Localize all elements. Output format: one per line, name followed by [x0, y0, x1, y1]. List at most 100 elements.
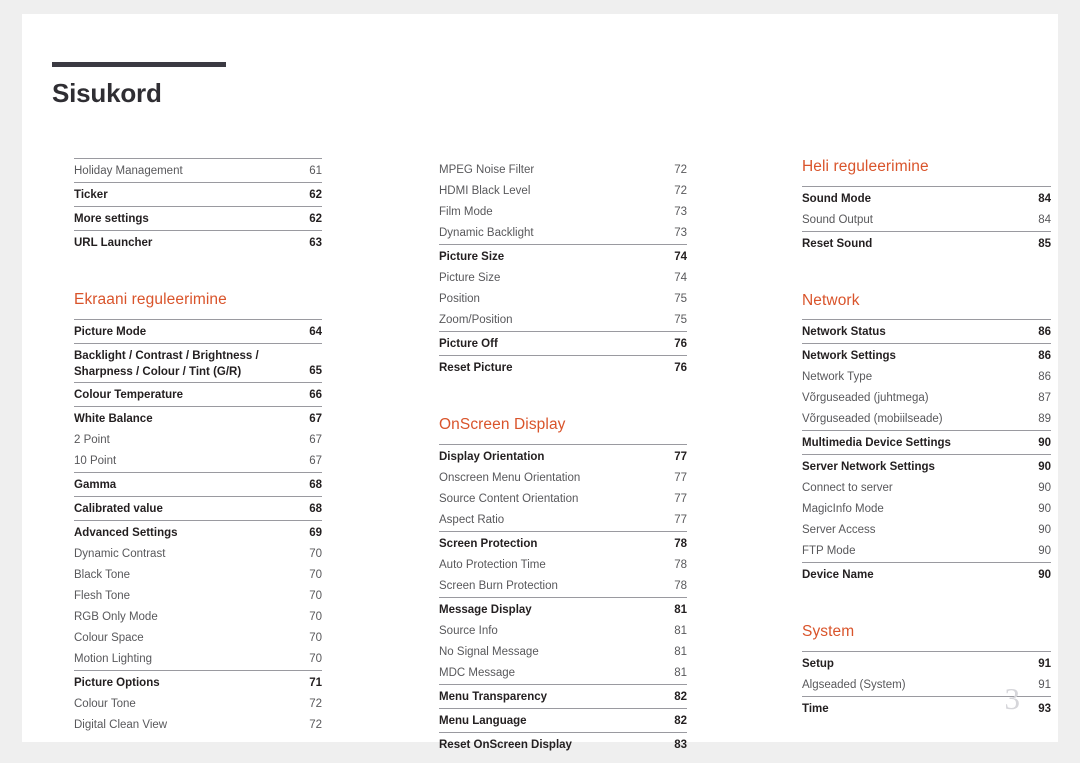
- toc-entry-page: 77: [674, 471, 687, 484]
- toc-entry[interactable]: 2 Point 67: [74, 430, 322, 451]
- toc-entry[interactable]: No Signal Message 81: [439, 642, 687, 663]
- toc-entry[interactable]: Holiday Management 61: [74, 161, 322, 182]
- toc-entry[interactable]: Screen Protection 78: [439, 534, 687, 555]
- toc-entry-label: Network Status: [802, 326, 886, 339]
- toc-entry-page: 90: [1038, 524, 1051, 537]
- toc-entry[interactable]: MagicInfo Mode 90: [802, 499, 1051, 520]
- toc-entry[interactable]: MDC Message 81: [439, 663, 687, 684]
- toc-entry[interactable]: HDMI Black Level 72: [439, 181, 687, 202]
- toc-entry[interactable]: Device Name 90: [802, 565, 1051, 586]
- toc-entry[interactable]: Aspect Ratio 77: [439, 510, 687, 531]
- toc-entry-page: 82: [674, 714, 687, 727]
- toc-group: Display Orientation 77 Onscreen Menu Orien…: [439, 443, 687, 531]
- toc-entry[interactable]: Network Settings 86: [802, 346, 1051, 367]
- toc-entry-label: Network Settings: [802, 350, 896, 363]
- toc-entry-label: Source Info: [439, 624, 498, 637]
- toc-entry-label: Algseaded (System): [802, 678, 906, 691]
- toc-entry[interactable]: Film Mode 73: [439, 202, 687, 223]
- toc-entry[interactable]: Network Status 86: [802, 322, 1051, 343]
- toc-entry-label: Picture Size: [439, 272, 501, 284]
- toc-entry[interactable]: Ticker 62: [74, 185, 322, 206]
- toc-entry[interactable]: Onscreen Menu Orientation 77: [439, 468, 687, 489]
- toc-entry[interactable]: Server Network Settings 90: [802, 457, 1051, 478]
- toc-entry[interactable]: 10 Point 67: [74, 451, 322, 472]
- toc-entry[interactable]: Motion Lighting 70: [74, 649, 322, 670]
- toc-entry-label: Dynamic Contrast: [74, 547, 166, 560]
- page-content-area: Sisukord Holiday Management 61 Ticker 62 Mor…: [52, 62, 1051, 751]
- toc-entry-page: 68: [309, 502, 322, 515]
- toc-entry[interactable]: Screen Burn Protection 78: [439, 576, 687, 597]
- toc-entry-label: White Balance: [74, 412, 153, 425]
- toc-entry[interactable]: Picture Mode 64: [74, 322, 322, 343]
- toc-entry-label: Device Name: [802, 569, 874, 582]
- toc-group: Picture Off 76: [439, 331, 687, 355]
- toc-entry[interactable]: Auto Protection Time 78: [439, 555, 687, 576]
- toc-entry[interactable]: More settings 62: [74, 209, 322, 230]
- toc-entry[interactable]: URL Launcher 63: [74, 233, 322, 254]
- toc-group: Sound Mode 84 Sound Output 84: [802, 185, 1051, 231]
- toc-entry[interactable]: FTP Mode 90: [802, 541, 1051, 562]
- toc-entry[interactable]: Reset Sound 85: [802, 234, 1051, 255]
- toc-entry[interactable]: RGB Only Mode 70: [74, 607, 322, 628]
- toc-entry[interactable]: Backlight / Contrast / Brightness / Shar…: [74, 346, 322, 382]
- toc-entry[interactable]: Reset Picture 76: [439, 358, 687, 379]
- toc-entry[interactable]: Source Content Orientation 77: [439, 489, 687, 510]
- toc-entry[interactable]: Gamma 68: [74, 475, 322, 496]
- toc-entry[interactable]: Message Display 81: [439, 600, 687, 621]
- toc-entry[interactable]: Connect to server 90: [802, 478, 1051, 499]
- toc-group: More settings 62: [74, 206, 322, 230]
- toc-entry[interactable]: Flesh Tone 70: [74, 586, 322, 607]
- toc-entry[interactable]: Black Tone 70: [74, 565, 322, 586]
- toc-entry-page: 76: [674, 338, 687, 350]
- toc-entry[interactable]: Sound Output 84: [802, 210, 1051, 231]
- toc-entry[interactable]: Network Type 86: [802, 367, 1051, 388]
- toc-entry[interactable]: Menu Transparency 82: [439, 687, 687, 708]
- page-number: 3: [1004, 681, 1021, 716]
- toc-entry[interactable]: Sound Mode 84: [802, 189, 1051, 210]
- toc-group: Network Settings 86 Network Type 86 Võrgusea…: [802, 343, 1051, 430]
- toc-entry[interactable]: Võrguseaded (juhtmega) 87: [802, 388, 1051, 409]
- toc-entry[interactable]: Position 75: [439, 289, 687, 310]
- toc-column-1: Holiday Management 61 Ticker 62 More setting…: [74, 158, 322, 736]
- toc-entry[interactable]: Digital Clean View 72: [74, 715, 322, 736]
- toc-entry[interactable]: Multimedia Device Settings 90: [802, 433, 1051, 454]
- toc-entry[interactable]: Picture Size 74: [439, 268, 687, 289]
- toc-entry-page: 77: [674, 513, 687, 526]
- toc-entry-label: Ticker: [74, 189, 108, 201]
- toc-entry-page: 86: [1038, 326, 1051, 339]
- toc-entry[interactable]: Dynamic Contrast 70: [74, 544, 322, 565]
- toc-entry[interactable]: Colour Space 70: [74, 628, 322, 649]
- toc-entry-page: 91: [1038, 657, 1051, 670]
- toc-entry-label: More settings: [74, 213, 149, 225]
- toc-entry[interactable]: Reset OnScreen Display 83: [439, 735, 687, 756]
- toc-entry[interactable]: Dynamic Backlight 73: [439, 223, 687, 244]
- toc-entry-page: 84: [1038, 213, 1051, 226]
- toc-entry[interactable]: Picture Off 76: [439, 334, 687, 355]
- toc-entry-page: 90: [1038, 482, 1051, 495]
- toc-entry[interactable]: MPEG Noise Filter 72: [439, 160, 687, 181]
- toc-entry-page: 75: [674, 314, 687, 326]
- toc-entry[interactable]: Calibrated value 68: [74, 499, 322, 520]
- toc-entry[interactable]: Display Orientation 77: [439, 447, 687, 468]
- toc-entry[interactable]: Menu Language 82: [439, 711, 687, 732]
- toc-entry[interactable]: Server Access 90: [802, 520, 1051, 541]
- toc-entry[interactable]: Setup 91: [802, 654, 1051, 675]
- toc-entry-label: Võrguseaded (juhtmega): [802, 392, 929, 405]
- toc-entry[interactable]: Picture Size 74: [439, 247, 687, 268]
- toc-group: Message Display 81 Source Info 81 No Signal …: [439, 596, 687, 684]
- toc-entry-page: 70: [309, 610, 322, 623]
- toc-entry-page: 86: [1038, 371, 1051, 384]
- toc-entry-label: Picture Mode: [74, 325, 147, 338]
- toc-entry[interactable]: Advanced Settings 69: [74, 523, 322, 544]
- toc-entry[interactable]: Picture Options 71: [74, 673, 322, 694]
- toc-entry[interactable]: Colour Tone 72: [74, 694, 322, 715]
- toc-entry[interactable]: Võrguseaded (mobiilseade) 89: [802, 409, 1051, 430]
- toc-entry[interactable]: Source Info 81: [439, 621, 687, 642]
- toc-entry-label: Zoom/Position: [439, 314, 513, 326]
- toc-entry-label: Black Tone: [74, 568, 131, 581]
- toc-entry[interactable]: White Balance 67: [74, 409, 322, 430]
- toc-entry[interactable]: Colour Temperature 66: [74, 385, 322, 406]
- toc-entry-label: Võrguseaded (mobiilseade): [802, 413, 943, 426]
- toc-entry[interactable]: Zoom/Position 75: [439, 310, 687, 331]
- toc-entry-page: 67: [309, 412, 322, 425]
